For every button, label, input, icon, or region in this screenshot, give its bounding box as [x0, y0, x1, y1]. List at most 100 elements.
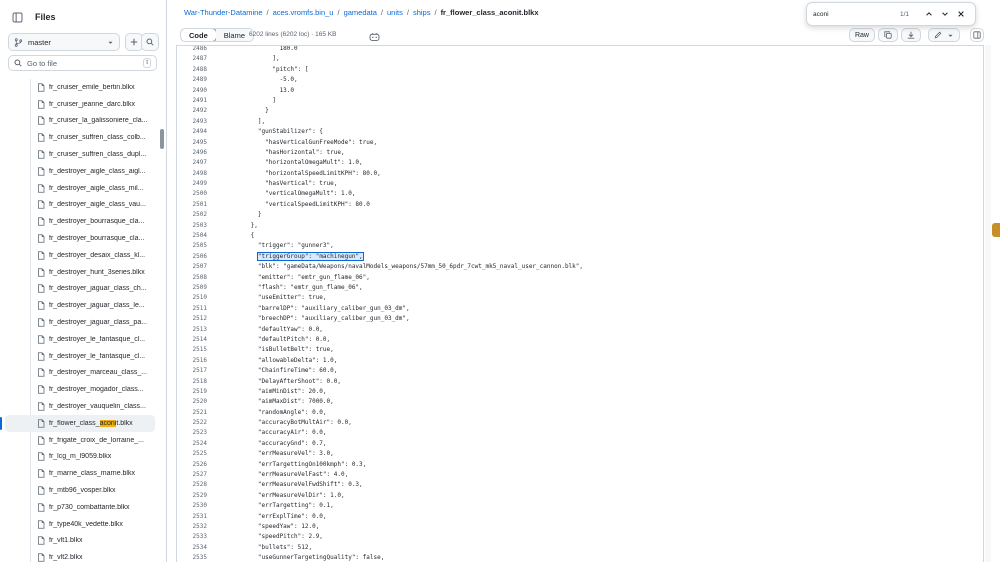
breadcrumb-repo-link[interactable]: War-Thunder-Datamine [184, 8, 263, 17]
line-number[interactable]: 2500 [177, 189, 207, 199]
file-tree-item[interactable]: fr_p730_combattante.blkx [0, 499, 166, 516]
line-number[interactable]: 2507 [177, 262, 207, 272]
code-tab[interactable]: Code [181, 29, 217, 41]
line-number[interactable]: 2510 [177, 293, 207, 303]
file-tree-item[interactable]: fr_frigate_croix_de_lorraine_... [0, 432, 166, 449]
line-number[interactable]: 2534 [177, 543, 207, 553]
file-tree-item[interactable]: fr_destroyer_hunt_3series.blkx [0, 264, 166, 281]
file-tree-item[interactable]: fr_destroyer_aigle_class_vau... [0, 197, 166, 214]
line-number[interactable]: 2502 [177, 210, 207, 220]
line-number[interactable]: 2504 [177, 231, 207, 241]
code-scrollbar[interactable] [985, 45, 991, 562]
branch-selector[interactable]: master [8, 33, 120, 51]
line-number[interactable]: 2497 [177, 158, 207, 168]
line-number[interactable]: 2490 [177, 86, 207, 96]
breadcrumb-link[interactable]: units [387, 8, 403, 17]
line-number[interactable]: 2493 [177, 117, 207, 127]
code-view[interactable]: 2486 180.0 2487 ], 2488 "pitch": [2489 -5.… [176, 45, 984, 562]
line-number[interactable]: 2526 [177, 460, 207, 470]
extension-tab-icon[interactable] [992, 223, 1000, 237]
breadcrumb-link[interactable]: ships [413, 8, 431, 17]
file-tree-item[interactable]: fr_destroyer_aigle_class_mil... [0, 180, 166, 197]
raw-button[interactable]: Raw [848, 28, 875, 42]
line-number[interactable]: 2498 [177, 169, 207, 179]
line-number[interactable]: 2496 [177, 148, 207, 158]
sidebar-scrollbar[interactable] [160, 129, 164, 149]
file-tree-item[interactable]: fr_destroyer_le_fantasque_cl... [0, 348, 166, 365]
file-tree-item[interactable]: fr_destroyer_mogador_class... [0, 381, 166, 398]
line-number[interactable]: 2514 [177, 335, 207, 345]
line-number[interactable]: 2516 [177, 356, 207, 366]
file-tree-item[interactable]: fr_cruiser_la_galissoniere_cla... [0, 113, 166, 130]
line-number[interactable]: 2508 [177, 273, 207, 283]
file-tree-item[interactable]: fr_type40k_vedette.blkx [0, 516, 166, 533]
line-number[interactable]: 2499 [177, 179, 207, 189]
file-tree-item[interactable]: fr_flower_class_aconit.blkx [0, 414, 155, 432]
download-button[interactable] [901, 28, 921, 42]
line-number[interactable]: 2506 [177, 252, 207, 262]
line-number[interactable]: 2515 [177, 345, 207, 355]
search-files-button[interactable] [141, 33, 159, 51]
file-tree-item[interactable]: fr_marne_class_marne.blkx [0, 465, 166, 482]
line-number[interactable]: 2505 [177, 241, 207, 251]
file-tree-item[interactable]: fr_destroyer_bourrasque_cla... [0, 213, 166, 230]
file-tree-item[interactable]: fr_destroyer_vauquelin_class... [0, 398, 166, 415]
symbols-panel-button[interactable] [970, 28, 984, 42]
line-number[interactable]: 2512 [177, 314, 207, 324]
breadcrumb-link[interactable]: aces.vromfs.bin_u [273, 8, 334, 17]
line-number[interactable]: 2525 [177, 449, 207, 459]
file-tree-item[interactable]: fr_destroyer_aigle_class_aigl... [0, 163, 166, 180]
line-number[interactable]: 2523 [177, 428, 207, 438]
edit-button[interactable] [928, 28, 960, 42]
file-tree-item[interactable]: fr_cruiser_suffren_class_colb... [0, 129, 166, 146]
close-icon[interactable] [953, 10, 969, 18]
line-number[interactable]: 2533 [177, 532, 207, 542]
file-tree-item[interactable]: fr_destroyer_marceau_class_... [0, 365, 166, 382]
line-number[interactable]: 2524 [177, 439, 207, 449]
line-number[interactable]: 2522 [177, 418, 207, 428]
find-input[interactable]: aconi [813, 11, 900, 18]
line-number[interactable]: 2513 [177, 325, 207, 335]
file-tree-item[interactable]: fr_cruiser_emile_bertin.blkx [0, 79, 166, 96]
line-number[interactable]: 2517 [177, 366, 207, 376]
copy-raw-button[interactable] [878, 28, 898, 42]
line-number[interactable]: 2518 [177, 377, 207, 387]
line-number[interactable]: 2519 [177, 387, 207, 397]
line-number[interactable]: 2521 [177, 408, 207, 418]
line-number[interactable]: 2491 [177, 96, 207, 106]
find-next-icon[interactable] [937, 10, 953, 18]
line-number[interactable]: 2501 [177, 200, 207, 210]
line-number[interactable]: 2529 [177, 491, 207, 501]
file-tree-item[interactable]: fr_destroyer_jaguar_class_le... [0, 297, 166, 314]
breadcrumb-link[interactable]: gamedata [344, 8, 377, 17]
collapse-sidebar-icon[interactable] [8, 8, 26, 26]
file-tree-item[interactable]: fr_cruiser_suffren_class_dupl... [0, 146, 166, 163]
line-number[interactable]: 2527 [177, 470, 207, 480]
file-tree-item[interactable]: fr_vlt1.blkx [0, 533, 166, 550]
line-number[interactable]: 2532 [177, 522, 207, 532]
line-number[interactable]: 2487 [177, 54, 207, 64]
file-tree-item[interactable]: fr_destroyer_le_fantasque_cl... [0, 331, 166, 348]
line-number[interactable]: 2509 [177, 283, 207, 293]
line-number[interactable]: 2495 [177, 138, 207, 148]
line-number[interactable]: 2494 [177, 127, 207, 137]
blame-tab[interactable]: Blame [215, 29, 254, 41]
line-number[interactable]: 2511 [177, 304, 207, 314]
line-number[interactable]: 2488 [177, 65, 207, 75]
line-number[interactable]: 2520 [177, 397, 207, 407]
find-previous-icon[interactable] [921, 10, 937, 18]
file-tree-item[interactable]: fr_destroyer_bourrasque_cla... [0, 230, 166, 247]
file-tree-item[interactable]: fr_destroyer_jaguar_class_pa... [0, 314, 166, 331]
file-tree-item[interactable]: fr_vlt2.blkx [0, 549, 166, 566]
file-tree-item[interactable]: fr_cruiser_jeanne_darc.blkx [0, 96, 166, 113]
line-number[interactable]: 2489 [177, 75, 207, 85]
line-number[interactable]: 2535 [177, 553, 207, 562]
line-number[interactable]: 2530 [177, 501, 207, 511]
go-to-file-input[interactable]: Go to file t [8, 55, 157, 71]
line-number[interactable]: 2531 [177, 512, 207, 522]
file-tree-item[interactable]: fr_destroyer_jaguar_class_ch... [0, 281, 166, 298]
line-number[interactable]: 2492 [177, 106, 207, 116]
file-tree-item[interactable]: fr_destroyer_desaix_class_kl... [0, 247, 166, 264]
file-tree-item[interactable]: fr_lcg_m_l9059.blkx [0, 449, 166, 466]
line-number[interactable]: 2503 [177, 221, 207, 231]
